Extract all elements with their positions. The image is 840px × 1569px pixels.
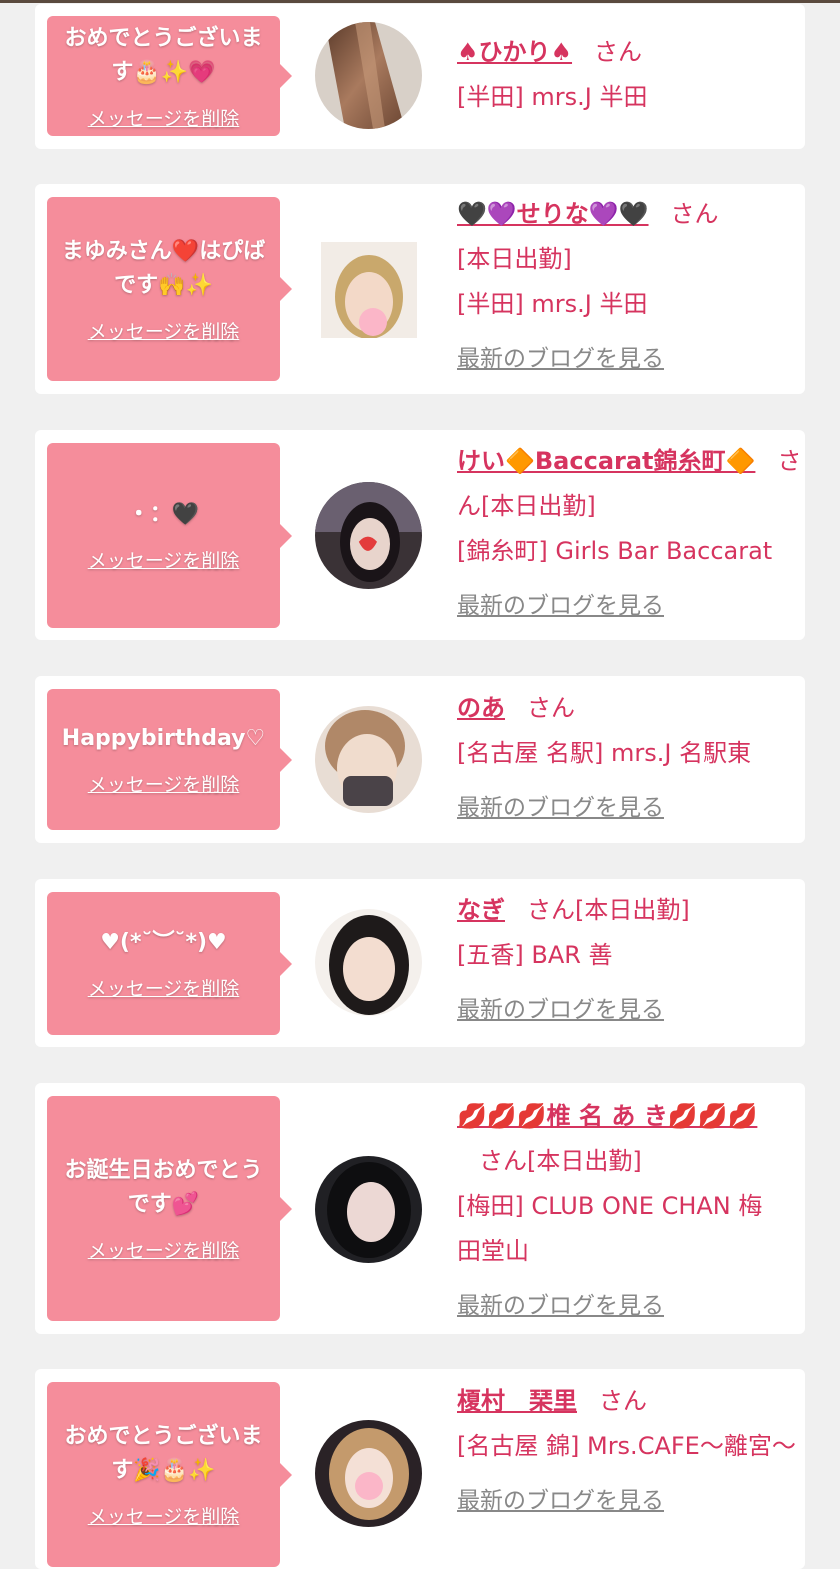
- message-bubble: Happybirthday♡ メッセージを削除: [47, 689, 292, 830]
- message-card: Happybirthday♡ メッセージを削除 のあ さん [名古屋 名駅] mr…: [35, 676, 805, 843]
- cast-info: のあ さん [名古屋 名駅] mrs.J 名駅東 最新のブログを見る: [457, 686, 797, 831]
- message-card: ♥︎(*˘︶˘*)♥︎ メッセージを削除 なぎ さん[本日出勤] [五香] BAR…: [35, 879, 805, 1047]
- message-text: ・：🖤: [127, 502, 200, 527]
- latest-blog-link[interactable]: 最新のブログを見る: [457, 1479, 664, 1524]
- delete-message-link[interactable]: メッセージを削除: [88, 1502, 240, 1529]
- message-card: ・：🖤 メッセージを削除 けい🔶Baccarat錦糸町🔶 さん[本日出勤] [錦糸…: [35, 430, 805, 640]
- avatar[interactable]: [315, 22, 422, 129]
- avatar[interactable]: [315, 706, 422, 813]
- cast-info: 🖤💜せりな💜🖤 さん [本日出勤] [半田] mrs.J 半田 最新のブログを見る: [457, 192, 797, 382]
- work-status: [本日出勤]: [527, 1147, 642, 1175]
- delete-message-link[interactable]: メッセージを削除: [88, 1236, 240, 1263]
- honorific: さん: [599, 1387, 647, 1415]
- message-bubble: まゆみさん❤️はぴばです🙌✨ メッセージを削除: [47, 197, 292, 381]
- shop-name: [名古屋 錦] Mrs.CAFE～離宮～: [457, 1432, 796, 1460]
- work-status: [本日出勤]: [481, 492, 596, 520]
- cast-info: ♠ひかり♠ さん [半田] mrs.J 半田: [457, 30, 797, 120]
- cast-info: 💋💋💋椎 名 あ き💋💋💋 さん[本日出勤] [梅田] CLUB ONE CHAN…: [457, 1094, 777, 1329]
- work-status: [本日出勤]: [575, 896, 690, 924]
- cast-name-link[interactable]: なぎ: [457, 896, 505, 924]
- shop-name: [名古屋 名駅] mrs.J 名駅東: [457, 739, 752, 767]
- avatar[interactable]: [315, 482, 422, 589]
- message-text: おめでとうございます🎂✨💗: [64, 25, 263, 85]
- message-bubble: ・：🖤 メッセージを削除: [47, 443, 292, 628]
- honorific: さん: [527, 694, 575, 722]
- latest-blog-link[interactable]: 最新のブログを見る: [457, 584, 664, 629]
- avatar[interactable]: [315, 1156, 422, 1263]
- delete-message-link[interactable]: メッセージを削除: [88, 546, 240, 573]
- shop-name: [梅田] CLUB ONE CHAN 梅田堂山: [457, 1192, 763, 1265]
- message-bubble: ♥︎(*˘︶˘*)♥︎ メッセージを削除: [47, 892, 292, 1035]
- latest-blog-link[interactable]: 最新のブログを見る: [457, 786, 664, 831]
- shop-name: [錦糸町] Girls Bar Baccarat: [457, 537, 773, 565]
- message-bubble: お誕生日おめでとうです💕 メッセージを削除: [47, 1096, 292, 1321]
- message-text: おめでとうございます🎉🎂✨: [64, 1424, 263, 1483]
- avatar[interactable]: [321, 242, 417, 338]
- delete-message-link[interactable]: メッセージを削除: [88, 317, 240, 344]
- work-status: [本日出勤]: [457, 245, 572, 273]
- honorific: さん: [479, 1147, 527, 1175]
- message-card: お誕生日おめでとうです💕 メッセージを削除 💋💋💋椎 名 あ き💋💋💋 さん[本日…: [35, 1083, 805, 1334]
- message-bubble: おめでとうございます🎂✨💗 メッセージを削除: [47, 16, 292, 136]
- message-bubble: おめでとうございます🎉🎂✨ メッセージを削除: [47, 1382, 292, 1567]
- shop-name: [五香] BAR 善: [457, 941, 613, 969]
- message-text: ♥︎(*˘︶˘*)♥︎: [100, 930, 227, 955]
- message-text: Happybirthday♡: [61, 726, 266, 751]
- honorific: さん: [527, 896, 575, 924]
- shop-name: [半田] mrs.J 半田: [457, 290, 648, 318]
- delete-message-link[interactable]: メッセージを削除: [88, 104, 240, 131]
- top-border: [0, 0, 840, 3]
- cast-name-link[interactable]: ♠ひかり♠: [457, 38, 572, 66]
- cast-name-link[interactable]: 榎村 琹里: [457, 1387, 577, 1415]
- message-card: おめでとうございます🎉🎂✨ メッセージを削除 榎村 琹里 さん [名古屋 錦] M…: [35, 1369, 805, 1569]
- latest-blog-link[interactable]: 最新のブログを見る: [457, 988, 664, 1033]
- latest-blog-link[interactable]: 最新のブログを見る: [457, 1284, 664, 1329]
- shop-name: [半田] mrs.J 半田: [457, 83, 648, 111]
- message-card: まゆみさん❤️はぴばです🙌✨ メッセージを削除 🖤💜せりな💜🖤 さん [本日出勤]…: [35, 184, 805, 394]
- avatar[interactable]: [315, 1420, 422, 1527]
- honorific: さん: [670, 200, 719, 228]
- cast-info: けい🔶Baccarat錦糸町🔶 さん[本日出勤] [錦糸町] Girls Bar …: [457, 439, 802, 629]
- delete-message-link[interactable]: メッセージを削除: [88, 974, 240, 1001]
- message-text: まゆみさん❤️はぴばです🙌✨: [61, 238, 266, 298]
- message-text: お誕生日おめでとうです💕: [64, 1158, 263, 1217]
- cast-name-link[interactable]: のあ: [457, 694, 505, 722]
- honorific: さん: [594, 38, 643, 66]
- delete-message-link[interactable]: メッセージを削除: [88, 770, 240, 797]
- cast-info: 榎村 琹里 さん [名古屋 錦] Mrs.CAFE～離宮～ 最新のブログを見る: [457, 1379, 797, 1524]
- cast-name-link[interactable]: けい🔶Baccarat錦糸町🔶: [457, 447, 755, 475]
- cast-name-link[interactable]: 💋💋💋椎 名 あ き💋💋💋: [457, 1102, 757, 1130]
- cast-info: なぎ さん[本日出勤] [五香] BAR 善 最新のブログを見る: [457, 888, 797, 1033]
- latest-blog-link[interactable]: 最新のブログを見る: [457, 337, 664, 382]
- cast-name-link[interactable]: 🖤💜せりな💜🖤: [457, 200, 649, 228]
- message-card: おめでとうございます🎂✨💗 メッセージを削除 ♠ひかり♠ さん [半田] mrs.…: [35, 4, 805, 149]
- avatar[interactable]: [315, 909, 422, 1016]
